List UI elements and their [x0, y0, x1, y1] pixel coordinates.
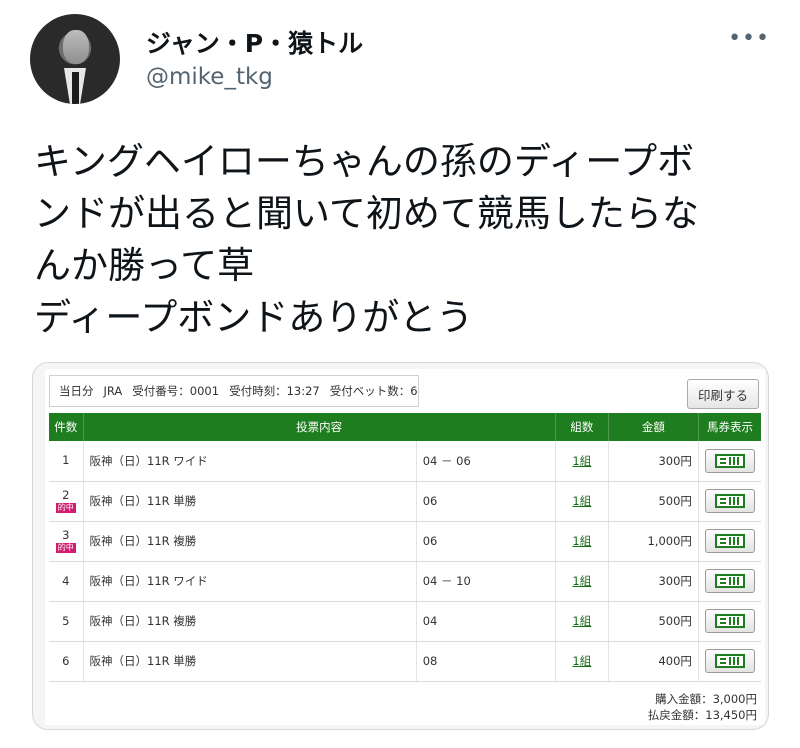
receipt-time: 受付時刻：13:27: [229, 384, 320, 398]
hit-badge: 的中: [55, 543, 76, 553]
ticket-display-cell: [698, 481, 761, 522]
table-row: 2 的中 阪神（日）11R 単勝 06 1組 500円: [49, 481, 761, 522]
ticket-display-cell: [698, 641, 761, 682]
table-row: 3 的中 阪神（日）11R 複勝 06 1組 1,000円: [49, 521, 761, 562]
bets-table: 件数 投票内容 組数 金額 馬券表示 1 阪神（日）11R ワイド 04 － 0…: [49, 413, 761, 682]
hit-badge: 的中: [55, 503, 76, 513]
amount-cell: 1,000円: [608, 521, 699, 562]
ticket-display-cell: [698, 561, 761, 602]
avatar-face: [63, 30, 89, 64]
more-horizontal-icon[interactable]: •••: [728, 26, 770, 51]
bet-content: 阪神（日）11R ワイド: [83, 561, 417, 602]
col-header-content: 投票内容: [83, 413, 556, 441]
ticket-display-button[interactable]: [704, 448, 755, 473]
table-row: 1 阪神（日）11R ワイド 04 － 06 1組 300円: [49, 441, 761, 482]
bet-detail: 08: [416, 641, 556, 682]
row-number: 6: [62, 653, 70, 668]
tweet-text-line: んか勝って草: [34, 244, 255, 287]
col-header-count: 件数: [49, 413, 84, 441]
ticket-display-cell: [698, 601, 761, 642]
receipt-org: JRA: [103, 384, 123, 398]
ticket-display-button[interactable]: [704, 649, 755, 673]
row-number-cell: 1: [49, 441, 84, 482]
kumi-cell: 1組: [555, 521, 609, 562]
kumi-link[interactable]: 1組: [572, 454, 591, 468]
kumi-link[interactable]: 1組: [572, 654, 591, 668]
row-number-cell: 6: [49, 641, 84, 682]
amount-cell: 500円: [608, 601, 699, 642]
ticket-icon: [714, 654, 745, 668]
row-number: 4: [62, 573, 70, 588]
bet-detail: 04: [416, 601, 556, 642]
row-number: 3: [62, 528, 70, 542]
kumi-link[interactable]: 1組: [572, 534, 591, 548]
table-row: 6 阪神（日）11R 単勝 08 1組 400円: [49, 641, 761, 682]
receipt-date: 当日分: [59, 384, 94, 398]
ticket-display-cell: [698, 521, 761, 562]
bet-content: 阪神（日）11R 単勝: [83, 481, 417, 522]
totals: 購入金額：3,000円 払戻金額：13,450円: [648, 691, 757, 723]
receipt-info-bar: 当日分 JRA 受付番号：0001 受付時刻：13:27 受付ベット数：6: [49, 375, 419, 407]
bet-content: 阪神（日）11R 複勝: [83, 521, 417, 562]
bet-content: 阪神（日）11R 単勝: [83, 641, 417, 682]
bet-detail: 06: [416, 481, 556, 522]
tweet-text-line: ディープボンドありがとう: [34, 296, 474, 339]
ticket-icon: [714, 574, 745, 588]
ticket-icon: [714, 494, 745, 508]
row-number-cell: 3 的中: [49, 521, 84, 562]
avatar[interactable]: [30, 14, 120, 104]
table-row: 5 阪神（日）11R 複勝 04 1組 500円: [49, 601, 761, 642]
ticket-icon: [714, 614, 745, 628]
col-header-kumi: 組数: [555, 413, 609, 441]
amount-cell: 300円: [608, 441, 699, 482]
receipt-number: 受付番号：0001: [132, 384, 220, 398]
kumi-link[interactable]: 1組: [572, 614, 591, 628]
kumi-link[interactable]: 1組: [572, 574, 591, 588]
bet-detail: 04 － 06: [416, 441, 556, 482]
kumi-cell: 1組: [555, 441, 609, 482]
payout-total: 払戻金額：13,450円: [647, 708, 757, 722]
tweet-media-image[interactable]: 当日分 JRA 受付番号：0001 受付時刻：13:27 受付ベット数：6 印刷…: [32, 362, 769, 730]
display-name[interactable]: ジャン・P・猿トル: [146, 24, 363, 60]
row-number-cell: 5: [49, 601, 84, 642]
bet-detail: 04 － 10: [416, 561, 556, 602]
table-row: 4 阪神（日）11R ワイド 04 － 10 1組 300円: [49, 561, 761, 602]
ticket-icon: [714, 453, 745, 468]
tweet-text-line: ンドが出ると聞いて初めて競馬したらな: [34, 192, 699, 235]
tweet-text: キングヘイローちゃんの孫のディープボ ンドが出ると聞いて初めて競馬したらな んか…: [34, 136, 774, 344]
ticket-display-button[interactable]: [704, 489, 755, 513]
bet-content: 阪神（日）11R ワイド: [83, 441, 417, 482]
kumi-cell: 1組: [555, 561, 609, 602]
table-header-row: 件数 投票内容 組数 金額 馬券表示: [49, 413, 761, 441]
receipt-bet-count: 受付ベット数：6: [329, 384, 418, 398]
ticket-display-button[interactable]: [704, 609, 755, 633]
ticket-display-cell: [698, 441, 761, 482]
user-handle[interactable]: @mike_tkg: [146, 64, 273, 90]
col-header-ticket: 馬券表示: [698, 413, 761, 441]
avatar-tie: [72, 72, 79, 104]
bet-detail: 06: [416, 521, 556, 562]
purchase-total: 購入金額：3,000円: [655, 692, 757, 706]
kumi-link[interactable]: 1組: [572, 494, 591, 508]
amount-cell: 400円: [608, 641, 699, 682]
row-number-cell: 2 的中: [49, 481, 84, 522]
print-button[interactable]: 印刷する: [687, 379, 759, 409]
amount-cell: 500円: [608, 481, 699, 522]
amount-cell: 300円: [608, 561, 699, 602]
row-number: 5: [62, 613, 70, 628]
kumi-cell: 1組: [555, 641, 609, 682]
col-header-amount: 金額: [608, 413, 699, 441]
ticket-display-button[interactable]: [704, 569, 755, 593]
ticket-icon: [714, 534, 745, 548]
kumi-cell: 1組: [555, 481, 609, 522]
bet-receipt: 当日分 JRA 受付番号：0001 受付時刻：13:27 受付ベット数：6 印刷…: [45, 369, 765, 725]
row-number: 2: [62, 488, 70, 502]
bet-content: 阪神（日）11R 複勝: [83, 601, 417, 642]
row-number-cell: 4: [49, 561, 84, 602]
ticket-display-button[interactable]: [704, 529, 755, 553]
kumi-cell: 1組: [555, 601, 609, 642]
row-number: 1: [62, 453, 70, 468]
tweet-text-line: キングヘイローちゃんの孫のディープボ: [34, 140, 695, 183]
